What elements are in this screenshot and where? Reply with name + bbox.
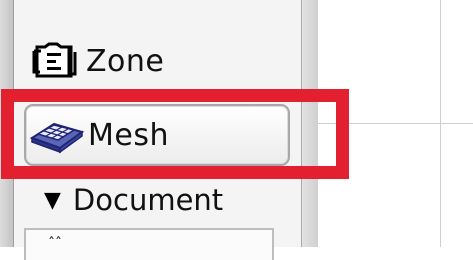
document-section-header[interactable]: ▼ Document [44, 178, 223, 222]
zone-tool-button[interactable]: Zone [24, 35, 288, 87]
caret-down-icon: ▼ [44, 187, 61, 213]
zone-label: Zone [86, 43, 165, 79]
list-item: ˆˆ [48, 236, 62, 252]
document-list[interactable]: ˆˆ [24, 228, 274, 260]
document-section-label: Document [72, 183, 224, 217]
highlight-box [1, 89, 349, 179]
zone-icon [24, 41, 86, 81]
